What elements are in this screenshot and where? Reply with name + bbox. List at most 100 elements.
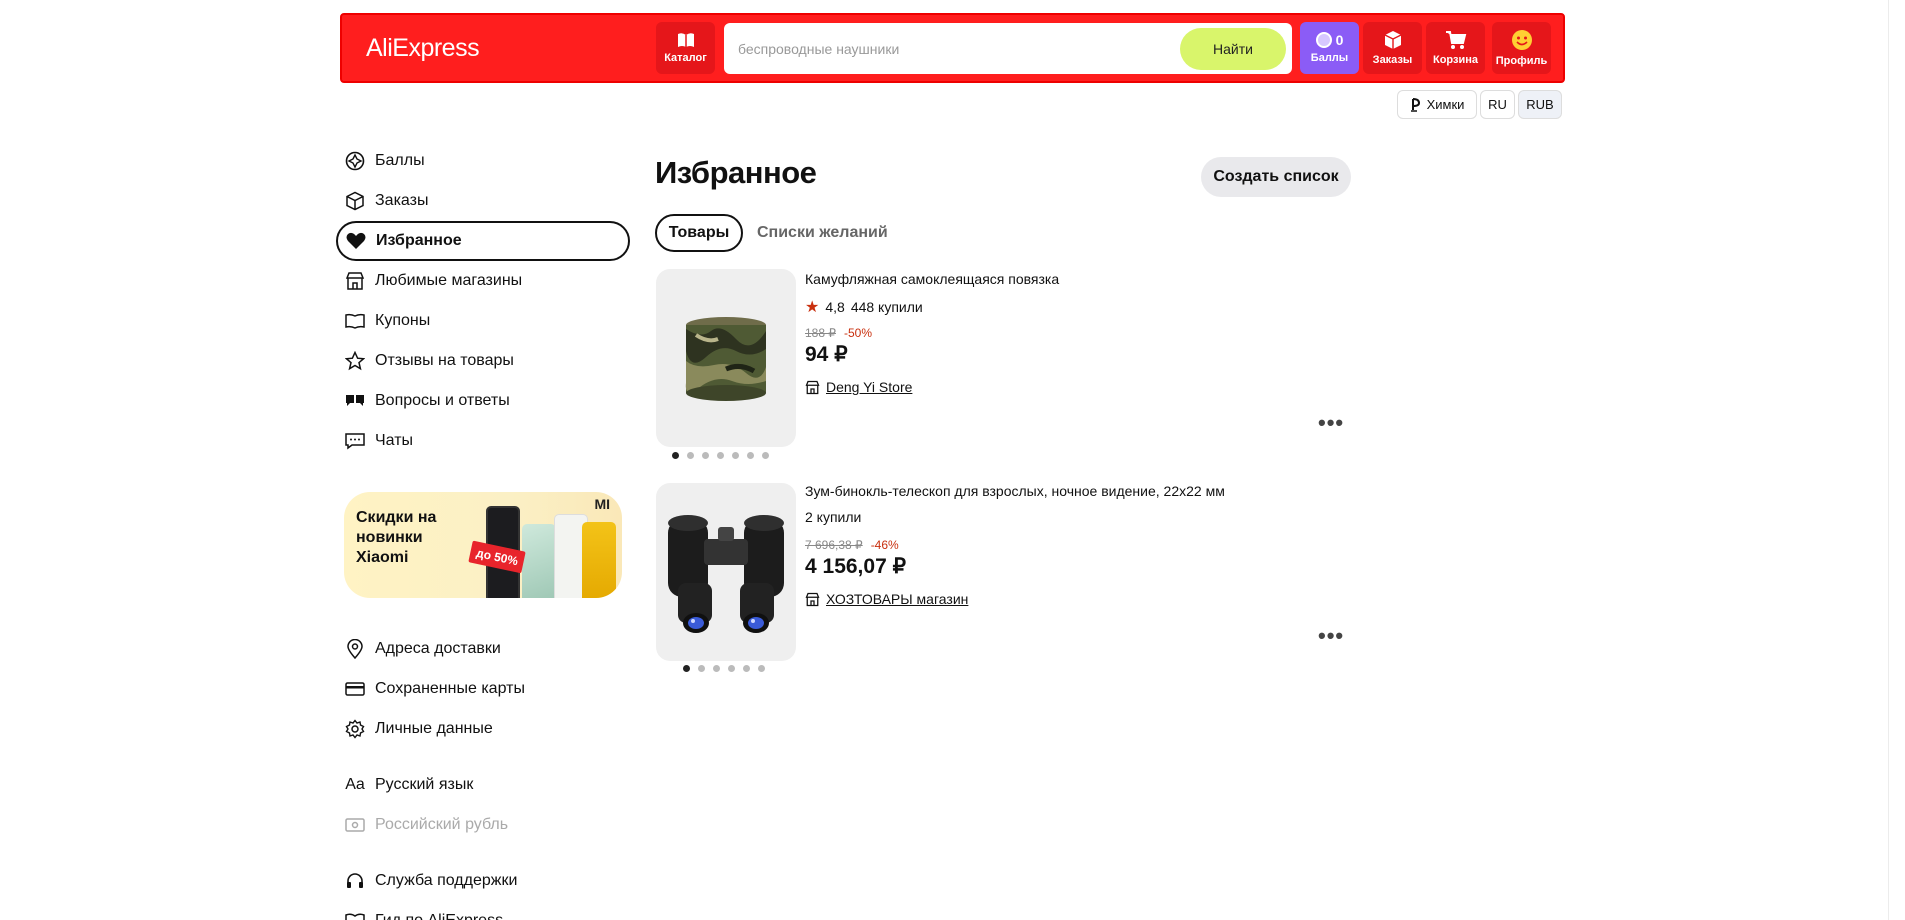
sidebar-item-reviews[interactable]: Отзывы на товары bbox=[345, 344, 514, 378]
box-icon bbox=[345, 191, 365, 211]
sidebar-item-addresses[interactable]: Адреса доставки bbox=[345, 632, 501, 666]
discount-badge: -46% bbox=[870, 538, 899, 552]
currency-selector[interactable]: RUB bbox=[1518, 90, 1562, 119]
sidebar-item-label: Личные данные bbox=[375, 720, 493, 737]
sidebar-item-support[interactable]: Служба поддержки bbox=[345, 864, 517, 898]
sidebar-item-label: Заказы bbox=[375, 192, 429, 209]
sidebar-item-language[interactable]: Aa Русский язык bbox=[345, 768, 473, 802]
xiaomi-promo-banner[interactable]: Скидки на новинки Xiaomi до 50% MI bbox=[344, 492, 622, 598]
carousel-dot[interactable] bbox=[728, 665, 735, 672]
language-selector[interactable]: RU bbox=[1480, 90, 1515, 119]
product-title[interactable]: Камуфляжная самоклеящаяся повязка bbox=[805, 271, 1059, 287]
carousel-dot[interactable] bbox=[747, 452, 754, 459]
search-box: Найти bbox=[724, 23, 1292, 74]
search-input[interactable] bbox=[738, 23, 1168, 74]
sidebar-item-guide[interactable]: Гид по AliExpress bbox=[345, 904, 503, 920]
carousel-dot[interactable] bbox=[702, 452, 709, 459]
product-image[interactable] bbox=[656, 269, 796, 447]
store-name: ХОЗТОВАРЫ магазин bbox=[826, 591, 969, 607]
sidebar-item-coupons[interactable]: Купоны bbox=[345, 304, 430, 338]
page-scrollbar[interactable] bbox=[1888, 0, 1905, 920]
city-label: Химки bbox=[1426, 97, 1465, 112]
sidebar-item-qa[interactable]: Вопросы и ответы bbox=[345, 384, 510, 418]
star-icon: ★ bbox=[805, 299, 820, 316]
sidebar-item-favorite-stores[interactable]: Любимые магазины bbox=[345, 264, 522, 298]
points-label: Баллы bbox=[1310, 52, 1349, 64]
product-rating: ★ 4,8 448 купили bbox=[805, 297, 923, 317]
carousel-dot[interactable] bbox=[698, 665, 705, 672]
profile-label: Профиль bbox=[1495, 55, 1548, 67]
camo-bandage-image bbox=[685, 317, 766, 401]
product-image[interactable] bbox=[656, 483, 796, 661]
product-old-price-row: 7 696,38 ₽ -46% bbox=[805, 538, 899, 552]
headset-icon bbox=[345, 871, 365, 891]
smiley-icon bbox=[1511, 30, 1532, 50]
sidebar-item-label: Чаты bbox=[375, 432, 414, 449]
old-price: 7 696,38 ₽ bbox=[805, 538, 863, 552]
sidebar-item-chats[interactable]: Чаты bbox=[345, 424, 413, 458]
city-selector[interactable]: Химки bbox=[1397, 90, 1477, 119]
old-price: 188 ₽ bbox=[805, 326, 836, 340]
cart-label: Корзина bbox=[1433, 54, 1478, 66]
profile-button[interactable]: Профиль bbox=[1492, 22, 1551, 74]
phone-yellow-image bbox=[582, 522, 616, 598]
carousel-dot[interactable] bbox=[683, 665, 690, 672]
sidebar-item-label: Любимые магазины bbox=[375, 272, 523, 289]
sidebar-item-points[interactable]: Баллы bbox=[345, 144, 425, 178]
cart-icon bbox=[1445, 31, 1466, 49]
store-link[interactable]: ХОЗТОВАРЫ магазин bbox=[805, 591, 968, 607]
sidebar-item-label: Купоны bbox=[375, 312, 431, 329]
more-options-icon[interactable]: ••• bbox=[1318, 410, 1344, 436]
location-pin-icon bbox=[1410, 97, 1420, 112]
more-options-icon[interactable]: ••• bbox=[1318, 623, 1344, 649]
sidebar-item-personal-data[interactable]: Личные данные bbox=[345, 712, 493, 746]
product-old-price-row: 188 ₽ -50% bbox=[805, 326, 872, 340]
sidebar-item-label: Русский язык bbox=[375, 776, 474, 793]
tab-products[interactable]: Товары bbox=[655, 214, 743, 252]
store-link[interactable]: Deng Yi Store bbox=[805, 379, 912, 395]
product-price: 94 ₽ bbox=[805, 343, 848, 366]
coin-icon bbox=[1315, 32, 1332, 48]
carousel-dot[interactable] bbox=[717, 452, 724, 459]
location-icon bbox=[345, 639, 365, 659]
tab-wishlists[interactable]: Списки желаний bbox=[757, 214, 888, 252]
carousel-dot[interactable] bbox=[672, 452, 679, 459]
search-button[interactable]: Найти bbox=[1180, 28, 1286, 70]
points-button[interactable]: 0 Баллы bbox=[1300, 22, 1359, 74]
orders-button[interactable]: Заказы bbox=[1363, 22, 1422, 74]
gear-icon bbox=[345, 719, 365, 739]
carousel-dot[interactable] bbox=[762, 452, 769, 459]
sidebar-item-label: Баллы bbox=[375, 152, 425, 169]
page-title: Избранное bbox=[655, 155, 817, 190]
currency-icon bbox=[345, 815, 365, 835]
carousel-dot[interactable] bbox=[732, 452, 739, 459]
binoculars-image bbox=[668, 515, 784, 633]
catalog-button[interactable]: Каталог bbox=[656, 22, 715, 74]
product-price: 4 156,07 ₽ bbox=[805, 555, 906, 578]
rating-value: 4,8 bbox=[825, 299, 845, 315]
sidebar-item-currency: Российский рубль bbox=[345, 808, 508, 842]
sold-count: 448 купили bbox=[850, 299, 923, 315]
aliexpress-logo[interactable]: AliExpress bbox=[366, 34, 480, 63]
create-list-button[interactable]: Создать список bbox=[1201, 157, 1351, 197]
sidebar-item-favorites[interactable]: Избранное bbox=[336, 221, 630, 261]
carousel-dot[interactable] bbox=[758, 665, 765, 672]
qa-icon bbox=[345, 391, 365, 411]
carousel-dot[interactable] bbox=[687, 452, 694, 459]
carousel-dot[interactable] bbox=[713, 665, 720, 672]
points-count: 0 bbox=[1335, 32, 1344, 48]
xiaomi-logo: MI bbox=[594, 496, 610, 512]
image-carousel-dots[interactable] bbox=[683, 665, 765, 672]
sidebar-item-cards[interactable]: Сохраненные карты bbox=[345, 672, 525, 706]
image-carousel-dots[interactable] bbox=[672, 452, 769, 459]
sidebar-item-orders[interactable]: Заказы bbox=[345, 184, 428, 218]
heart-icon bbox=[346, 231, 366, 251]
star-icon bbox=[345, 351, 365, 371]
sidebar-item-label: Отзывы на товары bbox=[375, 352, 514, 369]
discount-badge: -50% bbox=[844, 326, 873, 340]
carousel-dot[interactable] bbox=[743, 665, 750, 672]
sidebar-item-label: Гид по AliExpress bbox=[375, 912, 503, 920]
sidebar-item-label: Служба поддержки bbox=[375, 872, 518, 889]
product-title[interactable]: Зум-бинокль-телескоп для взрослых, ночно… bbox=[805, 483, 1225, 499]
cart-button[interactable]: Корзина bbox=[1426, 22, 1485, 74]
